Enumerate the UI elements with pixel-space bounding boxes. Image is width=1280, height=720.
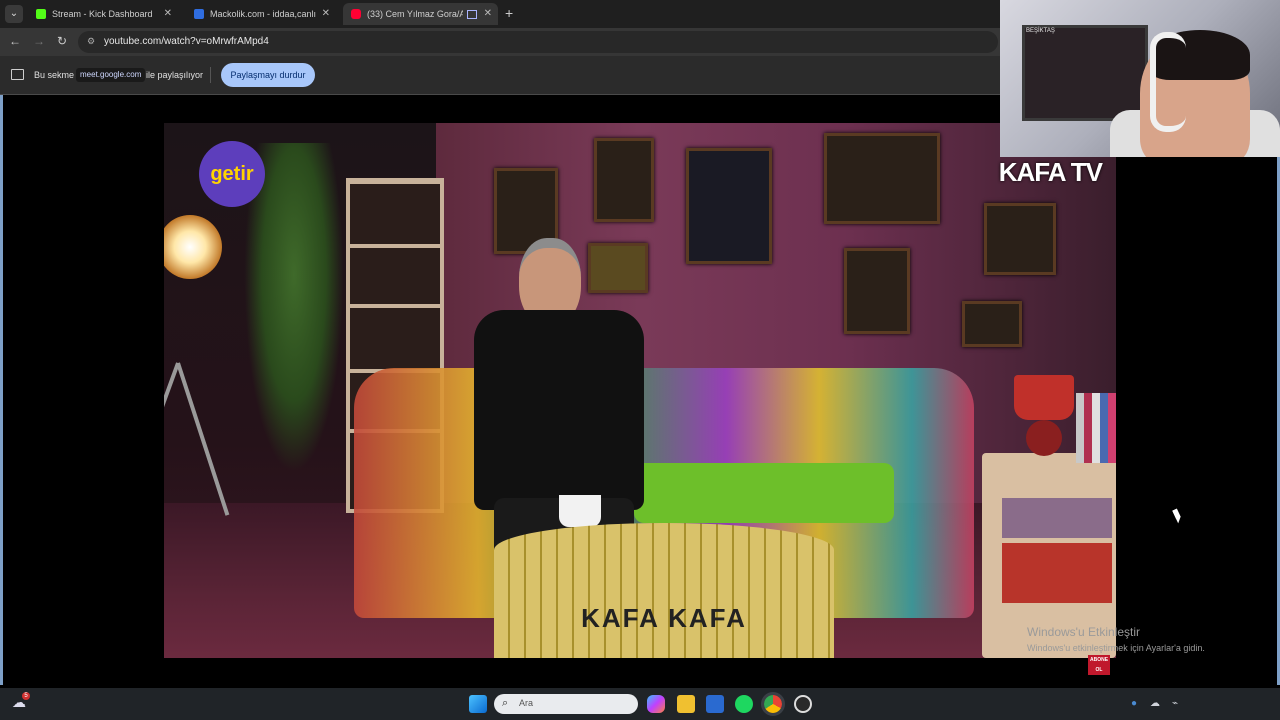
coffee-table: KAFA KAFA <box>494 523 834 658</box>
url-text: youtube.com/watch?v=oMrwfrAMpd4 <box>104 36 269 47</box>
painting <box>984 203 1056 275</box>
reload-icon[interactable]: ↻ <box>57 34 67 48</box>
kafa-tv-logo: KAFA TV <box>998 157 1103 187</box>
start-icon[interactable] <box>469 695 487 713</box>
tab-title: Stream - Kick Dashboard <box>52 9 153 19</box>
file-explorer-icon[interactable] <box>677 695 695 713</box>
sharing-indicator-icon <box>467 10 477 19</box>
activation-watermark-subtitle: Windows'u etkinleştirmek için Ayarlar'a … <box>1027 643 1205 653</box>
table-label: KAFA KAFA <box>581 603 747 633</box>
store-icon[interactable] <box>706 695 724 713</box>
webcam-shelf <box>1022 25 1148 121</box>
notification-badge: 5 <box>22 692 30 700</box>
new-tab-button[interactable]: + <box>505 5 513 21</box>
share-suffix-text: ile paylaşılıyor <box>146 70 204 80</box>
share-domain-chip: meet.google.com <box>76 68 146 82</box>
activation-watermark-title: Windows'u Etkinleştir <box>1027 625 1140 639</box>
tab-title: (33) Cem Yılmaz Gora/Arog <box>367 9 463 19</box>
sofa-seat <box>634 463 894 523</box>
video-player[interactable]: getir KAFA TV KAFA KAFA <box>164 123 1116 658</box>
tab-youtube[interactable]: (33) Cem Yılmaz Gora/Arog ✕ <box>343 3 498 25</box>
tab-kick-dashboard[interactable]: Stream - Kick Dashboard ✕ <box>28 3 178 25</box>
search-icon: ⌕ <box>502 697 509 709</box>
lamp-base <box>1026 420 1062 456</box>
drawer <box>1002 543 1112 603</box>
coffee-cup <box>559 495 601 527</box>
mackolik-icon <box>194 9 204 19</box>
obs-icon[interactable] <box>794 695 812 713</box>
back-icon[interactable]: ← <box>9 34 21 48</box>
site-info-icon[interactable]: ⚙ <box>87 36 97 46</box>
close-icon[interactable]: ✕ <box>164 3 172 25</box>
forward-icon[interactable]: → <box>33 34 45 48</box>
table-lamp <box>1014 375 1074 420</box>
drawer <box>1002 498 1112 538</box>
search-placeholder: Ara <box>519 698 534 708</box>
painting <box>844 248 910 334</box>
screen-share-icon <box>11 69 24 80</box>
address-bar[interactable]: ⚙ youtube.com/watch?v=oMrwfrAMpd4 <box>78 31 998 53</box>
webcam-poster-text: BEŞİKTAŞ <box>1026 28 1055 34</box>
tray-network-icon[interactable]: ⌁ <box>1172 698 1178 709</box>
close-icon[interactable]: ✕ <box>322 3 330 25</box>
chrome-icon[interactable] <box>761 692 785 716</box>
taskbar-search[interactable]: ⌕ Ara <box>494 694 638 714</box>
youtube-icon <box>351 9 361 19</box>
tab-search-icon[interactable]: ⌄ <box>5 5 23 23</box>
books <box>1076 393 1116 463</box>
kick-icon <box>36 9 46 19</box>
headset <box>1150 32 1186 132</box>
tab-title: Mackolik.com - iddaa,canlı maç <box>210 9 316 19</box>
windows-taskbar: ☁ 5 ⌕ Ara ● ☁ ⌁ <box>0 688 1280 720</box>
stop-sharing-button[interactable]: Paylaşmayı durdur <box>221 63 315 87</box>
painting <box>594 138 654 222</box>
divider <box>210 67 211 83</box>
spotify-icon[interactable] <box>735 695 753 713</box>
painting <box>962 301 1022 347</box>
share-prefix-text: Bu sekme <box>34 70 75 80</box>
painting <box>824 133 940 224</box>
close-icon[interactable]: ✕ <box>484 3 492 25</box>
subscribe-badge[interactable]: ABONE OL <box>1088 655 1110 675</box>
painting-pearl-earring <box>686 148 772 264</box>
tray-dot-icon[interactable]: ● <box>1131 698 1137 709</box>
webcam-overlay: BEŞİKTAŞ <box>1000 0 1280 157</box>
copilot-icon[interactable] <box>647 695 665 713</box>
getir-logo: getir <box>199 141 265 207</box>
tray-app-icon[interactable]: ☁ <box>1150 698 1160 709</box>
tab-mackolik[interactable]: Mackolik.com - iddaa,canlı maç ✕ <box>186 3 336 25</box>
